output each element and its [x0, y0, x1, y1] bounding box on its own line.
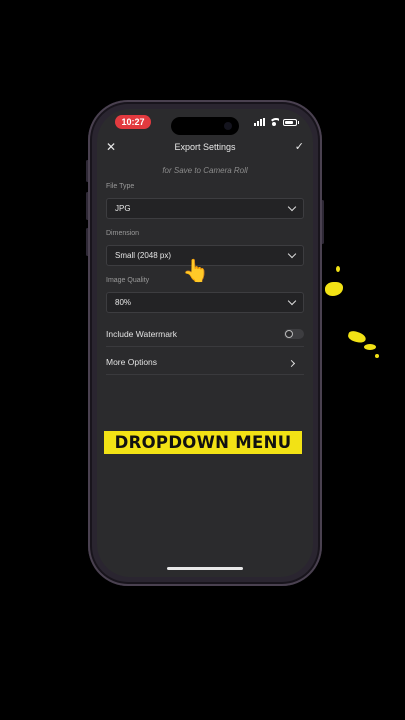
pointing-hand-icon: 👆	[182, 258, 210, 283]
dimension-label: Dimension	[106, 230, 140, 237]
caption-banner: DROPDOWN MENU	[104, 431, 302, 454]
home-indicator[interactable]	[167, 567, 243, 570]
chevron-right-icon	[287, 359, 304, 369]
more-options-row[interactable]: More Options	[106, 349, 304, 375]
chevron-down-icon	[287, 249, 297, 259]
yellow-splash-decoration	[375, 354, 379, 358]
camera-icon	[224, 122, 232, 130]
watermark-row[interactable]: Include Watermark	[106, 321, 304, 347]
dimension-value: Small (2048 px)	[115, 251, 172, 260]
file-type-label: File Type	[106, 183, 135, 190]
yellow-splash-decoration	[325, 282, 343, 296]
yellow-splash-decoration	[364, 344, 376, 350]
chevron-down-icon	[287, 202, 297, 212]
phone-screen: 10:27 ✕ Export Settings ✓ for Save to Ca…	[97, 109, 313, 577]
more-options-label: More Options	[106, 357, 158, 367]
wifi-icon	[269, 118, 279, 126]
status-icons	[254, 118, 299, 126]
file-type-dropdown[interactable]: JPG	[106, 198, 304, 219]
nav-bar: ✕ Export Settings ✓	[97, 137, 313, 159]
file-type-value: JPG	[115, 204, 131, 213]
chevron-down-icon	[287, 296, 297, 306]
checkmark-icon[interactable]: ✓	[295, 140, 304, 153]
export-destination: for Save to Camera Roll	[162, 166, 248, 175]
toggle-knob	[285, 330, 293, 338]
yellow-splash-decoration	[336, 266, 340, 272]
image-quality-label: Image Quality	[106, 277, 150, 284]
watermark-label: Include Watermark	[106, 329, 178, 339]
watermark-toggle[interactable]	[284, 329, 304, 339]
signal-icon	[254, 118, 265, 126]
status-time: 10:27	[115, 115, 151, 129]
image-quality-value: 80%	[115, 298, 132, 307]
image-quality-dropdown[interactable]: 80%	[106, 292, 304, 313]
battery-icon	[283, 118, 299, 126]
dynamic-island	[171, 117, 239, 135]
page-title: Export Settings	[174, 142, 236, 152]
yellow-splash-decoration	[347, 329, 367, 345]
